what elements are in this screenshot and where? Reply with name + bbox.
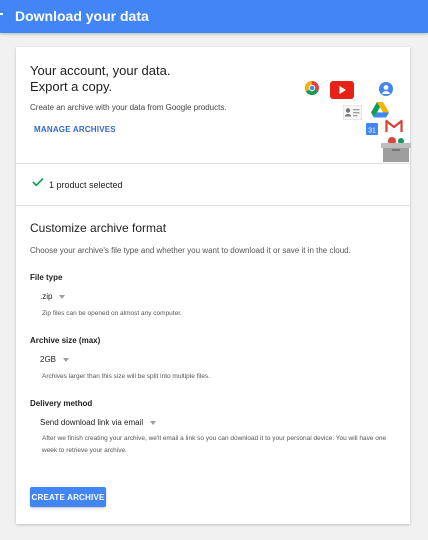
delivery-method-value: Send download link via email bbox=[40, 418, 144, 427]
headline: Your account, your data. Export a copy. bbox=[30, 63, 230, 95]
export-card: Your account, your data. Export a copy. … bbox=[16, 47, 411, 524]
file-type-label: File type bbox=[30, 273, 63, 282]
app-bar: Download your data bbox=[0, 0, 428, 33]
file-type-select[interactable]: .zip bbox=[40, 292, 66, 301]
back-arrow-icon[interactable] bbox=[0, 13, 3, 15]
file-type-value: .zip bbox=[40, 292, 53, 301]
delivery-method-select[interactable]: Send download link via email bbox=[40, 418, 157, 427]
gmail-icon bbox=[385, 119, 403, 133]
archive-size-value: 2GB bbox=[40, 355, 57, 364]
manage-archives-link[interactable]: MANAGE ARCHIVES bbox=[34, 125, 116, 134]
calendar-icon: 31 bbox=[366, 123, 378, 135]
youtube-icon bbox=[330, 81, 354, 99]
hero-section: Your account, your data. Export a copy. … bbox=[16, 47, 411, 165]
chevron-down-icon bbox=[59, 294, 66, 299]
headline-line-1: Your account, your data. bbox=[30, 63, 171, 78]
archive-size-hint: Archives larger than this size will be s… bbox=[42, 373, 210, 380]
svg-text:31: 31 bbox=[368, 128, 376, 135]
archive-size-label: Archive size (max) bbox=[30, 336, 101, 345]
product-icons-illustration: 31 bbox=[301, 77, 411, 165]
chevron-down-icon bbox=[63, 357, 70, 362]
hero-subtext: Create an archive with your data from Go… bbox=[30, 103, 227, 112]
contacts-icon bbox=[343, 105, 362, 120]
products-selected-text: 1 product selected bbox=[49, 180, 123, 190]
delivery-method-label: Delivery method bbox=[30, 399, 93, 408]
archive-box-icon bbox=[381, 137, 411, 162]
divider bbox=[16, 205, 410, 206]
products-selected-row[interactable]: 1 product selected bbox=[16, 164, 410, 204]
google-plus-icon bbox=[379, 82, 393, 96]
chevron-down-icon bbox=[150, 420, 157, 425]
check-icon bbox=[32, 177, 44, 187]
create-archive-button[interactable]: CREATE ARCHIVE bbox=[30, 487, 106, 507]
headline-line-2: Export a copy. bbox=[30, 79, 113, 94]
delivery-method-hint: After we finish creating your archive, w… bbox=[42, 435, 387, 454]
drive-icon bbox=[371, 102, 389, 118]
archive-size-select[interactable]: 2GB bbox=[40, 355, 70, 364]
file-type-hint: Zip files can be opened on almost any co… bbox=[42, 310, 182, 317]
customize-description: Choose your archive's file type and whet… bbox=[30, 246, 351, 255]
chrome-icon bbox=[305, 81, 319, 95]
customize-title: Customize archive format bbox=[30, 221, 167, 235]
page-title: Download your data bbox=[15, 8, 149, 24]
